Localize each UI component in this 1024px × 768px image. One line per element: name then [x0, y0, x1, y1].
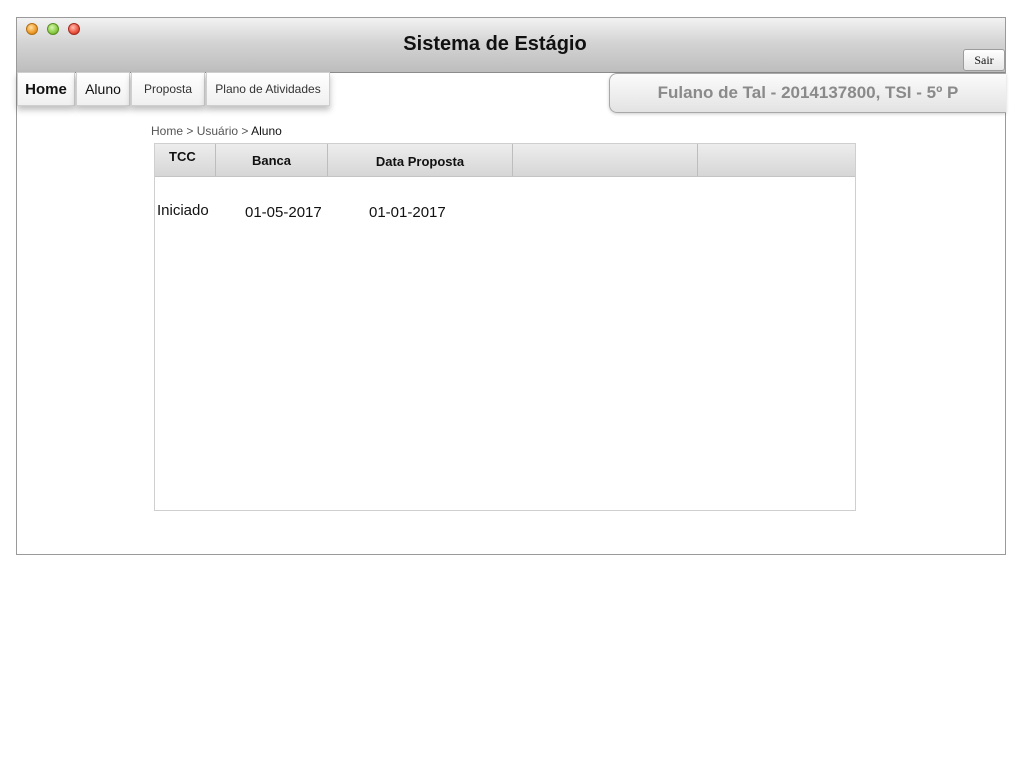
- breadcrumb-home[interactable]: Home: [151, 124, 183, 138]
- column-header-data-proposta[interactable]: Data Proposta: [328, 144, 513, 176]
- proposals-table: TCC Banca Data Proposta Iniciado 01-05-2…: [154, 143, 856, 511]
- logout-button[interactable]: Sair: [963, 49, 1005, 71]
- column-header-banca[interactable]: Banca: [216, 144, 328, 176]
- cell-banca: 01-05-2017: [245, 204, 322, 221]
- user-info-panel: Fulano de Tal - 2014137800, TSI - 5º P: [609, 73, 1006, 113]
- breadcrumb-separator: >: [241, 124, 249, 138]
- column-header-empty: [698, 144, 855, 176]
- user-info-text: Fulano de Tal - 2014137800, TSI - 5º P: [657, 83, 959, 102]
- tab-plano-de-atividades[interactable]: Plano de Atividades: [206, 72, 330, 106]
- table-header: TCC Banca Data Proposta: [155, 144, 855, 177]
- column-header-tcc[interactable]: TCC: [155, 144, 216, 176]
- title-bar: Sistema de Estágio Sair: [17, 18, 1005, 73]
- column-header-empty: [513, 144, 698, 176]
- tab-aluno[interactable]: Aluno: [76, 72, 130, 106]
- table-row[interactable]: Iniciado 01-05-2017 01-01-2017: [155, 202, 855, 226]
- tab-home[interactable]: Home: [17, 72, 75, 106]
- tab-proposta[interactable]: Proposta: [131, 72, 205, 106]
- app-title: Sistema de Estágio: [403, 33, 587, 55]
- cell-data-proposta: 01-01-2017: [369, 204, 446, 221]
- breadcrumb-current: Aluno: [251, 124, 282, 138]
- breadcrumb-separator: >: [186, 124, 194, 138]
- main-nav: Home Aluno Proposta Plano de Atividades: [17, 72, 331, 106]
- cell-tcc: Iniciado: [157, 202, 209, 219]
- breadcrumb: Home > Usuário > Aluno: [151, 124, 282, 138]
- app-window: Sistema de Estágio Sair Home Aluno Propo…: [16, 17, 1006, 555]
- breadcrumb-usuario[interactable]: Usuário: [197, 124, 238, 138]
